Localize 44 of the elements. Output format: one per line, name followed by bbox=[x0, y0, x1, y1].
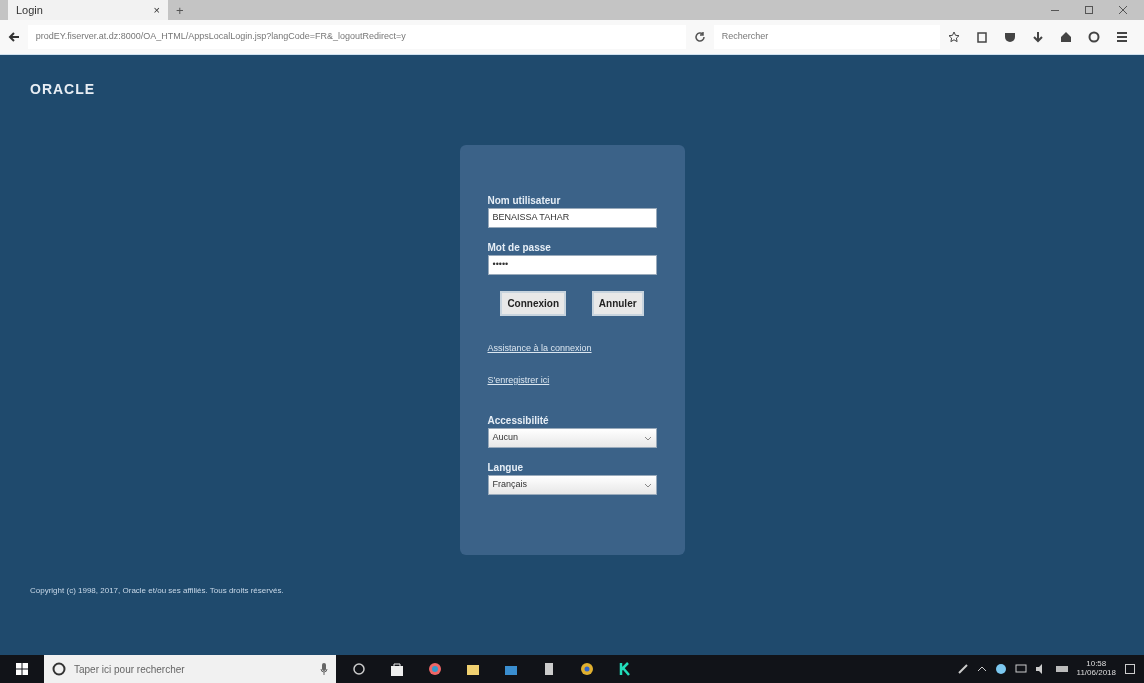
password-field[interactable]: ••••• bbox=[487, 255, 657, 275]
notification-icon[interactable] bbox=[1124, 663, 1136, 675]
cortana-icon bbox=[52, 662, 66, 676]
keyboard-icon[interactable] bbox=[1054, 664, 1069, 674]
taskbar-search-field[interactable]: Taper ici pour rechercher bbox=[44, 655, 336, 683]
home-icon[interactable] bbox=[1060, 31, 1072, 43]
field-label: Accessibilité bbox=[487, 415, 549, 426]
microphone-icon bbox=[320, 663, 328, 675]
k-letter-icon[interactable] bbox=[618, 662, 632, 676]
network-icon[interactable] bbox=[994, 663, 1007, 675]
field-label: Mot de passe bbox=[487, 242, 551, 253]
tab-title: Login bbox=[16, 2, 43, 18]
username-field[interactable]: BENAISSA TAHAR bbox=[487, 208, 657, 228]
download-icon[interactable] bbox=[1032, 31, 1044, 43]
task-view-icon[interactable] bbox=[352, 662, 366, 676]
link[interactable]: S'enregistrer ici bbox=[487, 374, 550, 385]
clock-time[interactable]: 10:58 bbox=[1076, 660, 1116, 669]
close-tab-button[interactable]: × bbox=[153, 1, 160, 19]
browser-tab[interactable]: Login × bbox=[8, 0, 168, 20]
dropdown[interactable]: Aucun bbox=[487, 428, 657, 448]
copyright-text: Copyright (c) 1998, 2017, Oracle et/ou ses affiliés. Tous droits réservés. bbox=[30, 586, 284, 595]
folder-icon[interactable] bbox=[466, 662, 480, 676]
field-label: Nom utilisateur bbox=[487, 195, 561, 206]
cancel-button[interactable]: Annuler bbox=[591, 291, 644, 316]
windows-start-icon[interactable] bbox=[16, 663, 28, 675]
new-tab-button[interactable]: + bbox=[168, 0, 192, 20]
maximize-icon[interactable] bbox=[1084, 5, 1094, 15]
field-label: Langue bbox=[487, 462, 524, 473]
clock-date[interactable]: 11/06/2018 bbox=[1076, 669, 1116, 678]
star-icon[interactable] bbox=[948, 31, 960, 43]
back-arrow-icon[interactable] bbox=[8, 31, 20, 43]
address-bar[interactable]: prodEY.fiserver.at.dz:8000/OA_HTML/AppsLocalLogin.jsp?langCode=FR&_logoutRedirect=y bbox=[27, 25, 687, 49]
menu-icon[interactable] bbox=[1116, 31, 1128, 43]
logo: ORACLE bbox=[30, 81, 96, 97]
search-field[interactable]: Rechercher bbox=[713, 25, 940, 49]
dropdown[interactable]: Français bbox=[487, 475, 657, 495]
reload-icon[interactable] bbox=[694, 31, 706, 43]
shopping-bag-icon[interactable] bbox=[390, 662, 404, 676]
pen-icon[interactable] bbox=[956, 663, 969, 675]
link[interactable]: Assistance à la connexion bbox=[487, 343, 592, 353]
shield-icon[interactable] bbox=[1004, 31, 1016, 43]
close-icon[interactable] bbox=[1118, 5, 1128, 15]
login-button[interactable]: Connexion bbox=[500, 291, 567, 316]
chevron-up-icon[interactable] bbox=[976, 664, 987, 674]
